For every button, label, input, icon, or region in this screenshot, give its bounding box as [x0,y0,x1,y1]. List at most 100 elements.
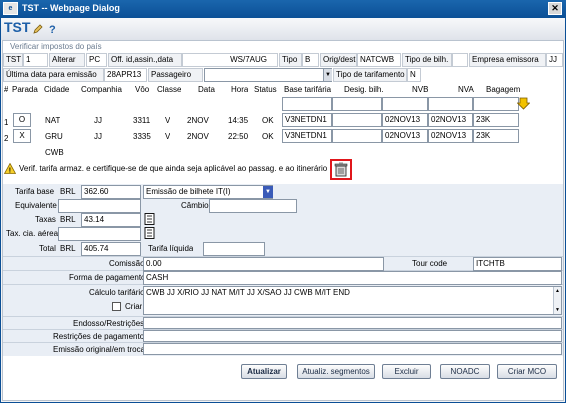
trash-icon[interactable] [332,161,350,178]
criar-label: Criar [125,302,143,311]
tipo-value: B [302,53,319,67]
tarifa-base-label: Tarifa base [15,187,55,196]
seg2-status: OK [262,132,274,141]
cambio-label: Câmbio [181,201,209,210]
down-arrow-icon[interactable] [517,97,530,110]
seg2-base[interactable]: V3NETDN1 [282,129,332,143]
scroll-down-icon[interactable]: ▼ [554,306,561,314]
seg2-voo: 3335 [133,132,151,141]
tarifa-liquida-input[interactable] [203,242,265,256]
endosso-input[interactable] [143,317,562,329]
warning-text: Verif. tarifa armaz. e certifique-se de … [19,164,328,173]
passageiro-select[interactable] [204,68,332,82]
col-desig-bilh: Desig. bilh. [344,85,384,94]
empresa-value: JJ [546,53,563,67]
forma-pagamento-input[interactable]: CASH [143,271,562,285]
help-icon[interactable]: ? [47,23,59,35]
ultima-data-value: 28APR13 [104,68,147,82]
svg-text:!: ! [9,168,11,175]
seg2-companhia: JJ [94,132,102,141]
seg2-nvb[interactable]: 02NOV13 [382,129,428,143]
col-cidade: Cidade [44,85,70,94]
nva-input[interactable] [428,97,473,111]
seg1-status: OK [262,116,274,125]
emissao-select[interactable]: Emissão de bilhete IT(I) [143,185,273,199]
equivalente-input[interactable] [58,199,141,213]
tst-number: 1 [23,53,48,67]
base-tarifaria-input[interactable] [282,97,332,111]
col-status: Status [254,85,277,94]
tipo-tarifamento-value: N [407,68,421,82]
seg1-desig[interactable] [332,113,382,127]
seg1-nvb[interactable]: 02NOV13 [382,113,428,127]
calculator-icon[interactable] [144,227,155,239]
noadc-button[interactable]: NOADC [440,364,490,379]
total-label: Total [39,244,56,253]
seg1-cidade: NAT [45,116,61,125]
criar-mco-button[interactable]: Criar MCO [497,364,557,379]
seg2-nva[interactable]: 02NOV13 [428,129,473,143]
seg1-hora: 14:35 [228,116,249,125]
calculo-tarifario-textarea[interactable]: CWB JJ X/RIO JJ NAT M/IT JJ X/SAO JJ CWB… [143,286,562,315]
taxas-input[interactable]: 43.14 [81,213,141,227]
seg1-parada[interactable]: O [13,113,31,127]
seg1-bagagem[interactable]: 23K [473,113,519,127]
title-bar: e TST -- Webpage Dialog ✕ [0,0,566,18]
col-companhia: Companhia [81,85,122,94]
off-id-value: WS/7AUG [182,53,278,67]
excluir-button[interactable]: Excluir [382,364,431,379]
seg1-base[interactable]: V3NETDN1 [282,113,332,127]
criar-checkbox[interactable] [112,302,121,311]
tst-label: TST [3,53,23,67]
desig-bilh-input[interactable] [332,97,382,111]
calculator-icon[interactable] [144,213,155,225]
chevron-down-icon[interactable]: ▼ [263,186,273,198]
atualiz-segmentos-button[interactable]: Atualiz. segmentos [297,364,375,379]
tipo-bilh-label: Tipo de bilh. [402,53,452,67]
col-data: Data [198,85,215,94]
seg2-desig[interactable] [332,129,382,143]
restricoes-input[interactable] [143,330,562,342]
warning-icon: ! [4,163,16,174]
tarifa-base-input[interactable]: 362.60 [81,185,141,199]
emissao-original-input[interactable] [143,343,562,355]
passageiro-label: Passageiro [148,68,203,82]
seg1-classe: V [165,116,171,125]
calculo-tarifario-label: Cálculo tarifário [89,288,145,297]
col-hora: Hora [231,85,249,94]
close-icon[interactable]: ✕ [548,2,562,15]
trash-highlight[interactable] [330,159,352,180]
seg2-parada[interactable]: X [13,129,31,143]
scroll-up-icon[interactable]: ▲ [554,287,561,295]
seg1-num: 1 [4,118,9,127]
pc-value: PC [86,53,107,67]
alterar-label[interactable]: Alterar [49,53,85,67]
nvb-input[interactable] [382,97,428,111]
seg2-hora: 22:50 [228,132,249,141]
col-nva: NVA [458,85,474,94]
col-voo: Vôo [135,85,150,94]
forma-pagamento-label: Forma de pagamento [69,273,146,282]
cambio-input[interactable] [209,199,297,213]
total-input[interactable]: 405.74 [81,242,141,256]
seg1-nva[interactable]: 02NOV13 [428,113,473,127]
scrollbar[interactable]: ▲ ▼ [553,287,561,314]
off-id-label: Off. id,assin.,data [108,53,182,67]
comissao-input[interactable]: 0.00 [143,257,384,271]
pencil-icon[interactable] [32,23,44,35]
col-base-tarifaria: Base tarifária [284,85,332,94]
endosso-label: Endosso/Restrições [73,319,145,328]
verify-taxes-link[interactable]: Verificar impostos do país [10,41,102,53]
seg2-bagagem[interactable]: 23K [473,129,519,143]
tax-cia-input[interactable] [58,227,141,241]
chevron-down-icon[interactable]: ▼ [323,69,332,81]
seg1-data: 2NOV [187,116,209,125]
seg2-num: 2 [4,134,9,143]
final-city: CWB [45,148,64,157]
bagagem-input[interactable] [473,97,519,111]
header-band [1,18,565,40]
atualizar-button[interactable]: Atualizar [241,364,287,379]
svg-text:?: ? [49,24,56,35]
tour-code-input[interactable]: ITCHTB [473,257,562,271]
emissao-original-label: Emissão original/em troca [53,345,146,354]
